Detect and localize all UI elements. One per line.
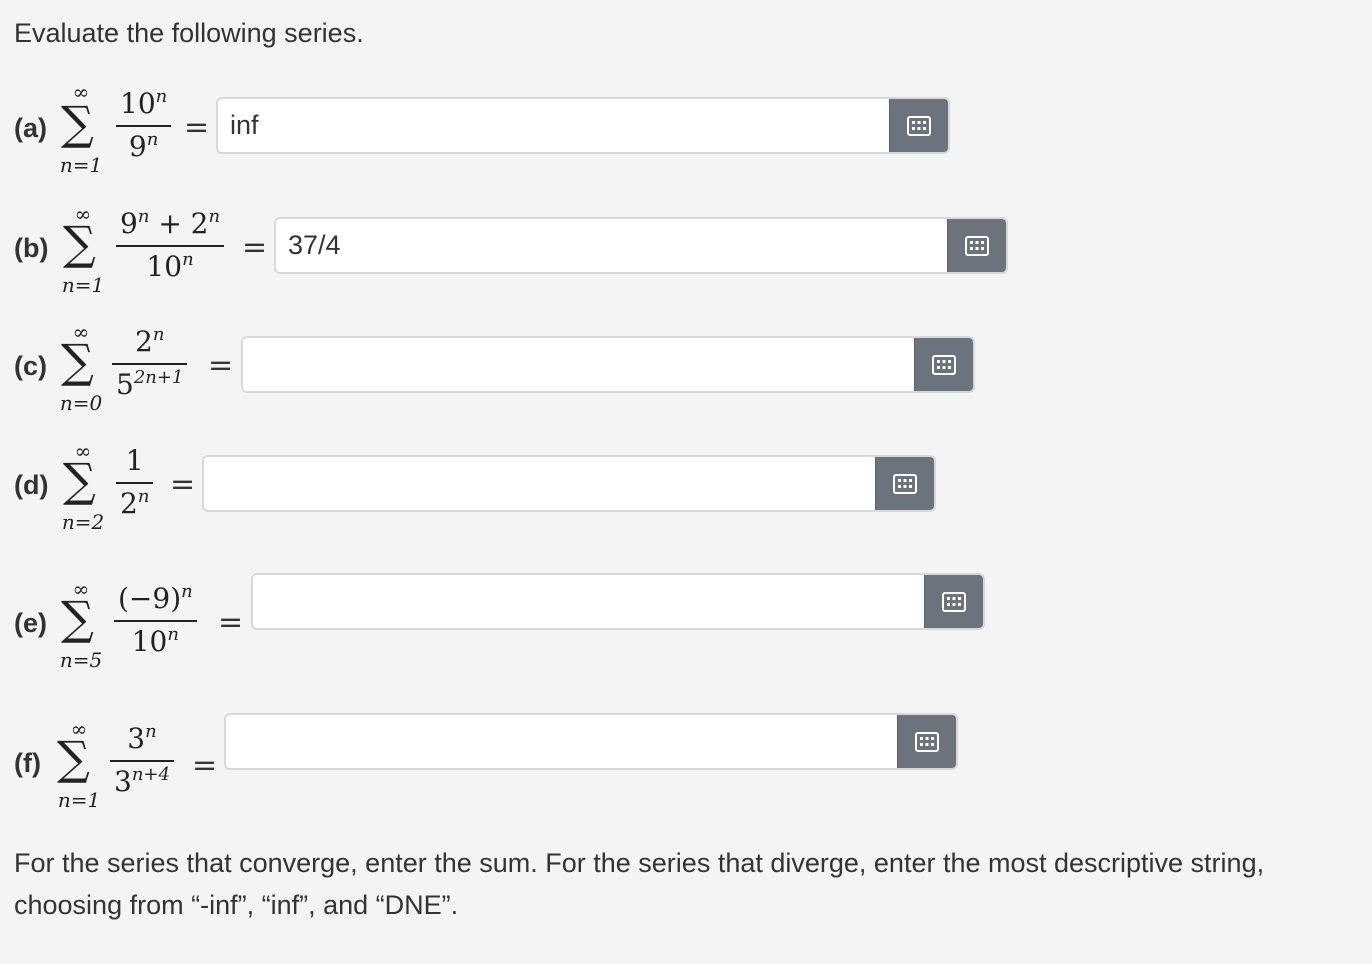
equals-sign: = — [170, 467, 196, 502]
fraction: 10n 9n — [116, 86, 172, 164]
math-keyboard-button-a[interactable] — [889, 99, 948, 152]
problem-label: (a) — [14, 113, 47, 143]
fraction: 2n 52n+1 — [112, 324, 188, 402]
problem-label: (c) — [14, 351, 47, 381]
fraction: 1 2n — [116, 443, 154, 521]
sum-lower-limit: n=1 — [59, 153, 103, 177]
math-keyboard-button-e[interactable] — [924, 575, 983, 628]
problem-label: (d) — [14, 470, 49, 500]
answer-field-e — [251, 573, 985, 630]
equals-sign: = — [184, 110, 210, 145]
equals-sign: = — [208, 348, 234, 383]
answer-input-e[interactable] — [253, 575, 924, 628]
fraction: 3n 3n+4 — [110, 721, 174, 799]
problem-c: (c) ∞ ∑ n=0 2n 52n+1 = — [0, 318, 1372, 428]
sigma-symbol: ∑ — [61, 96, 94, 150]
problem-f: (f) ∞ ∑ n=1 3n 3n+4 = — [0, 713, 1372, 825]
grid-keyboard-icon — [965, 235, 989, 256]
math-keyboard-button-c[interactable] — [914, 338, 973, 391]
problem-a: (a) ∞ ∑ n=1 10n 9n = — [0, 80, 1372, 190]
problem-d: (d) ∞ ∑ n=2 1 2n = — [0, 437, 1372, 547]
problem-label: (b) — [14, 233, 49, 263]
sum-lower-limit: n=5 — [59, 648, 103, 672]
problem-e: (e) ∞ ∑ n=5 (−9)n 10n = — [0, 573, 1372, 685]
answer-input-f[interactable] — [226, 715, 897, 768]
sum-lower-limit: n=1 — [61, 273, 105, 297]
equals-sign: = — [242, 230, 268, 265]
equals-sign: = — [218, 605, 244, 640]
answer-input-a[interactable] — [218, 99, 889, 152]
answer-input-d[interactable] — [204, 457, 875, 510]
math-keyboard-button-f[interactable] — [897, 715, 956, 768]
answer-field-c — [241, 336, 975, 393]
fraction: 9n + 2n 10n — [116, 206, 225, 284]
math-keyboard-button-b[interactable] — [947, 219, 1006, 272]
grid-keyboard-icon — [932, 354, 956, 375]
answer-input-b[interactable] — [276, 219, 947, 272]
sum-lower-limit: n=1 — [57, 788, 101, 812]
math-keyboard-button-d[interactable] — [875, 457, 934, 510]
answer-field-b — [274, 217, 1008, 274]
answer-field-a — [216, 97, 950, 154]
grid-keyboard-icon — [893, 473, 917, 494]
sigma-symbol: ∑ — [57, 731, 90, 785]
sigma-symbol: ∑ — [63, 453, 96, 507]
answer-input-c[interactable] — [243, 338, 914, 391]
sigma-symbol: ∑ — [61, 591, 94, 645]
problem-b: (b) ∞ ∑ n=1 9n + 2n 10n = — [0, 200, 1372, 310]
problem-label: (e) — [14, 608, 47, 638]
equals-sign: = — [192, 748, 218, 783]
grid-keyboard-icon — [907, 115, 931, 136]
sum-lower-limit: n=2 — [61, 510, 105, 534]
problem-label: (f) — [14, 748, 41, 778]
fraction: (−9)n 10n — [114, 581, 197, 659]
sigma-symbol: ∑ — [61, 334, 94, 388]
answer-field-d — [202, 455, 936, 512]
sum-lower-limit: n=0 — [59, 391, 103, 415]
grid-keyboard-icon — [942, 591, 966, 612]
instructions-text: For the series that converge, enter the … — [14, 848, 1265, 920]
answer-field-f — [224, 713, 958, 770]
page-title: Evaluate the following series. — [14, 18, 364, 48]
sigma-symbol: ∑ — [63, 216, 96, 270]
grid-keyboard-icon — [915, 731, 939, 752]
